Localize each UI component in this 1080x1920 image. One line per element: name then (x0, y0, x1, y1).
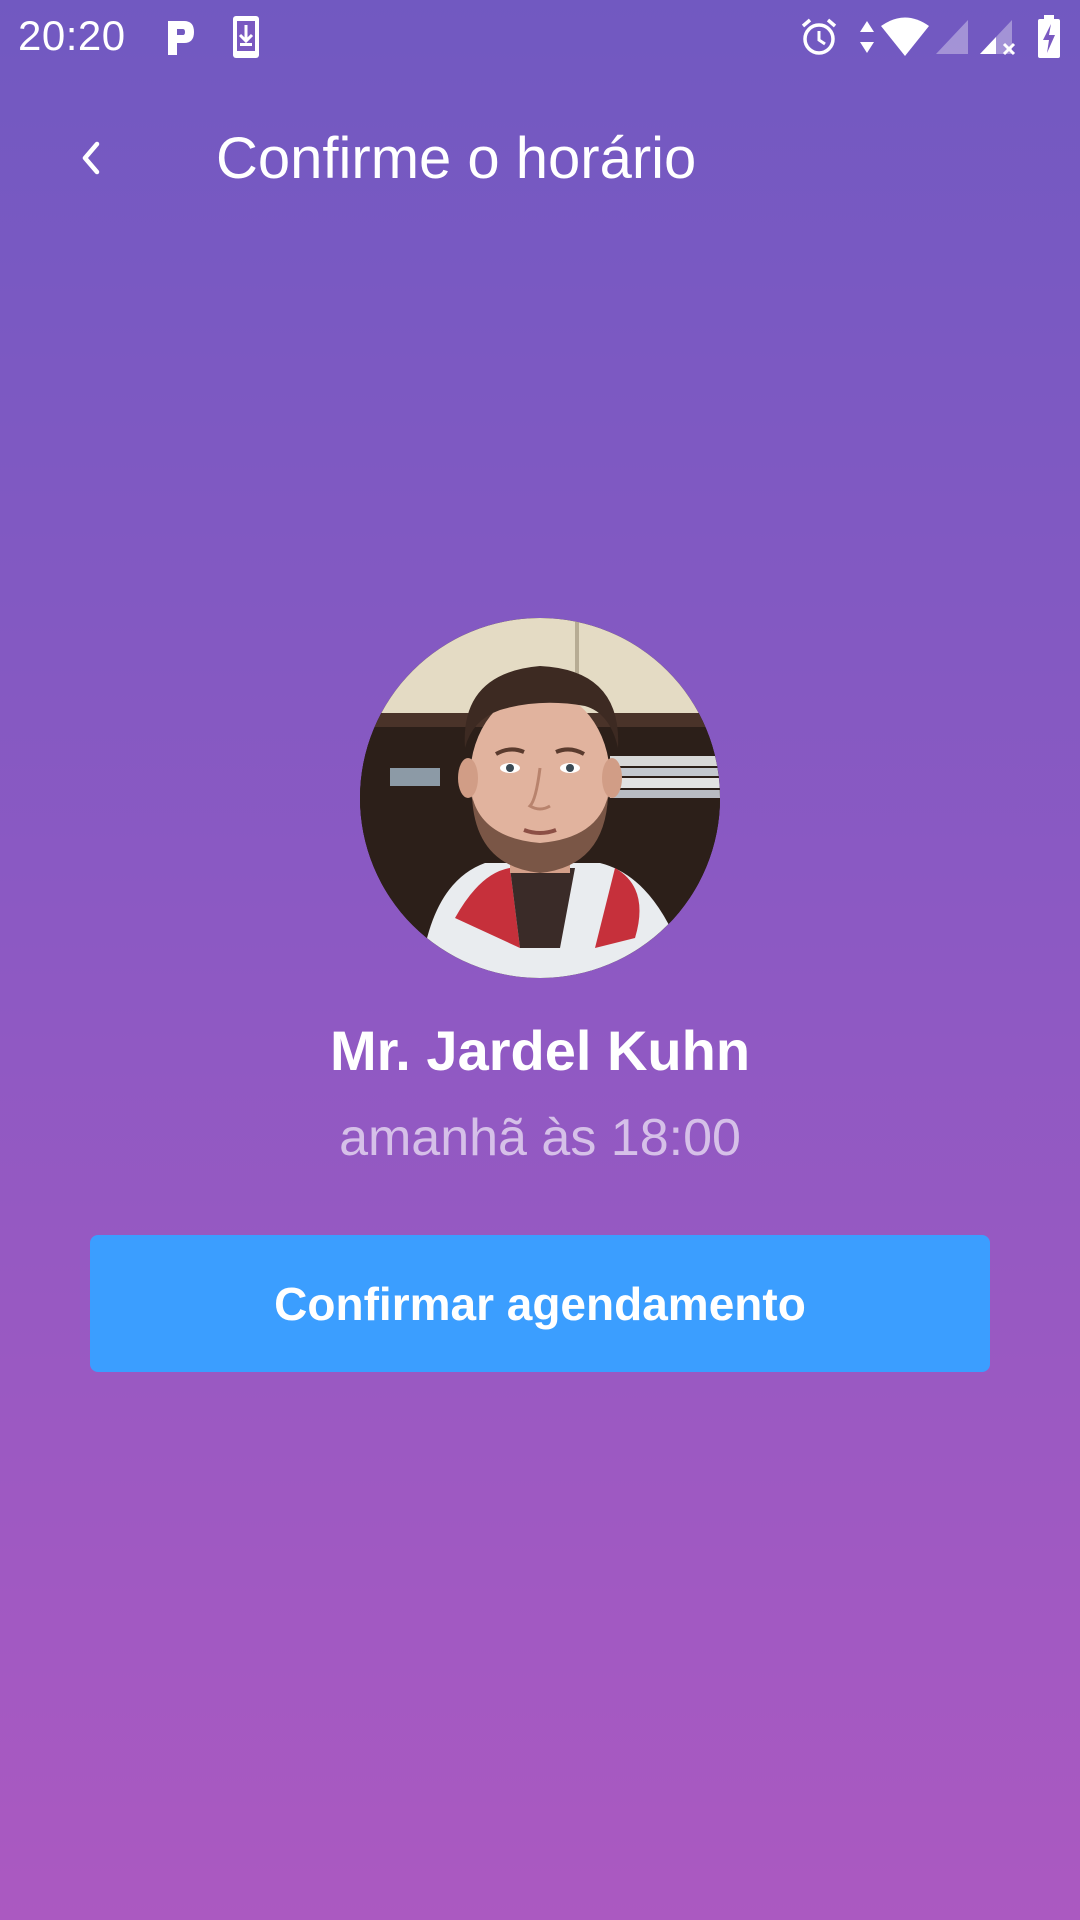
signal-icon (934, 14, 970, 60)
data-arrows-icon (856, 14, 878, 60)
schedule-time: amanhã às 18:00 (339, 1109, 741, 1167)
parking-app-icon (160, 14, 202, 60)
status-bar: 20:20 (0, 0, 1080, 74)
chevron-left-icon (82, 141, 100, 175)
alarm-icon (796, 14, 842, 60)
avatar (360, 618, 720, 978)
provider-name: Mr. Jardel Kuhn (329, 1019, 751, 1082)
back-button[interactable] (60, 128, 120, 188)
status-time: 20:20 (18, 12, 126, 59)
confirm-appointment-button[interactable]: Confirmar agendamento (90, 1235, 990, 1372)
download-icon (228, 14, 264, 60)
wifi-icon (878, 14, 932, 60)
battery-charging-icon (1036, 14, 1062, 60)
page-title: Confirme o horário (216, 126, 697, 191)
signal-no-service-icon (978, 14, 1018, 60)
